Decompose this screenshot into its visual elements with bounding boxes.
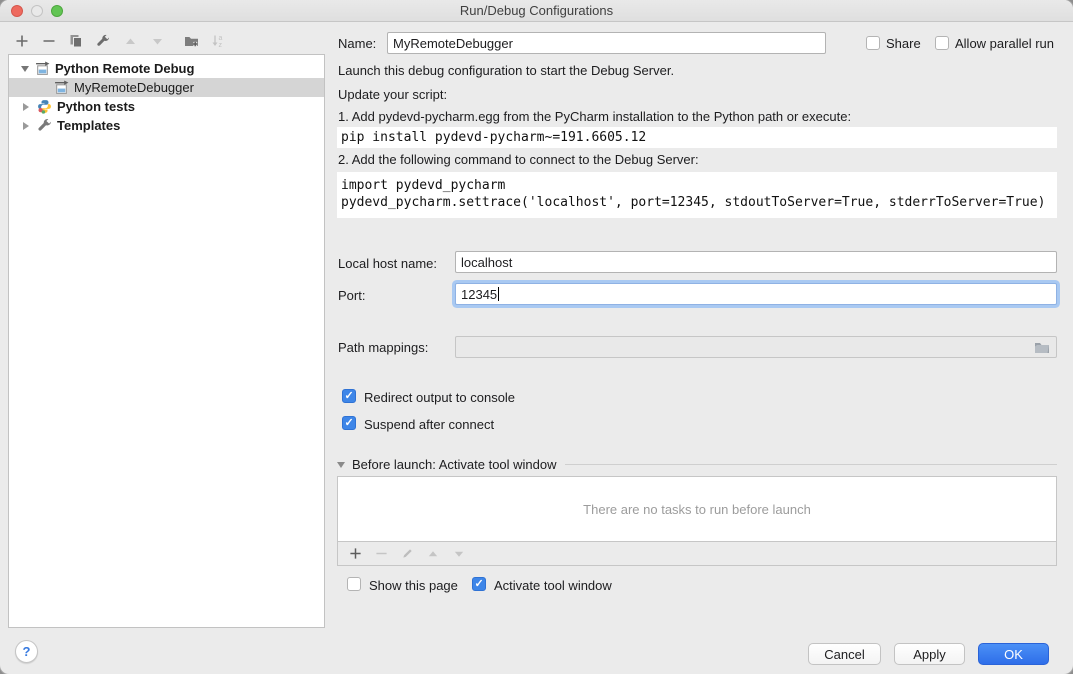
svg-text:z: z	[219, 42, 223, 48]
redirect-output-label: Redirect output to console	[364, 390, 515, 405]
collapsed-arrow-icon[interactable]	[23, 122, 29, 130]
edit-templates-wrench-icon[interactable]	[95, 33, 111, 49]
ok-button[interactable]: OK	[978, 643, 1049, 665]
tree-item-label: MyRemoteDebugger	[74, 78, 194, 97]
copy-configuration-icon[interactable]	[68, 33, 84, 49]
move-task-up-icon[interactable]	[425, 546, 441, 562]
before-launch-title: Before launch: Activate tool window	[352, 457, 557, 472]
collapse-section-arrow-icon[interactable]	[337, 462, 345, 468]
add-configuration-icon[interactable]	[14, 33, 30, 49]
share-checkbox[interactable]	[866, 36, 880, 50]
svg-text:a: a	[219, 35, 223, 42]
tree-item-myremotedebugger[interactable]: MyRemoteDebugger	[9, 78, 324, 97]
title-bar: Run/Debug Configurations	[0, 0, 1073, 22]
code-line-settrace: pydevd_pycharm.settrace('localhost', por…	[341, 194, 1057, 211]
add-task-icon[interactable]	[347, 546, 363, 562]
suspend-after-connect-checkbox[interactable]	[342, 416, 356, 430]
redirect-output-checkbox[interactable]	[342, 389, 356, 403]
window-title: Run/Debug Configurations	[0, 3, 1073, 18]
text-cursor	[498, 287, 499, 301]
sort-alphabetically-icon[interactable]: az	[210, 33, 226, 49]
move-task-down-icon[interactable]	[451, 546, 467, 562]
intro-text: Launch this debug configuration to start…	[338, 63, 674, 78]
share-label: Share	[886, 36, 921, 51]
before-launch-header: Before launch: Activate tool window	[337, 457, 1057, 472]
show-this-page-label: Show this page	[369, 578, 458, 593]
activate-tool-window-checkbox[interactable]	[472, 577, 486, 591]
update-script-text: Update your script:	[338, 87, 447, 102]
port-label: Port:	[338, 288, 365, 303]
run-debug-configurations-dialog: Run/Debug Configurations az	[0, 0, 1073, 674]
remote-debug-config-icon	[54, 80, 69, 95]
tree-item-label: Python tests	[57, 97, 135, 116]
settrace-code-block: import pydevd_pycharm pydevd_pycharm.set…	[337, 172, 1057, 218]
tree-item-python-tests[interactable]: Python tests	[9, 97, 324, 116]
code-line-import: import pydevd_pycharm	[341, 177, 1057, 194]
apply-button[interactable]: Apply	[894, 643, 965, 665]
edit-task-pencil-icon[interactable]	[399, 546, 415, 562]
configurations-tree: Python Remote Debug MyRemoteDebugger Pyt…	[8, 54, 325, 628]
before-launch-tasks-list[interactable]: There are no tasks to run before launch	[337, 476, 1057, 542]
section-divider	[565, 464, 1057, 465]
activate-tool-window-label: Activate tool window	[494, 578, 612, 593]
allow-parallel-run-label: Allow parallel run	[955, 36, 1054, 51]
tree-item-templates[interactable]: Templates	[9, 116, 324, 135]
tree-item-label: Python Remote Debug	[55, 59, 194, 78]
remove-task-icon[interactable]	[373, 546, 389, 562]
local-host-name-input[interactable]	[455, 251, 1057, 273]
configurations-toolbar: az	[14, 30, 226, 52]
tree-item-label: Templates	[57, 116, 120, 135]
remote-debug-config-icon	[35, 61, 50, 76]
show-this-page-checkbox[interactable]	[347, 577, 361, 591]
browse-folder-icon[interactable]	[1034, 340, 1050, 357]
port-value: 12345	[461, 287, 497, 302]
move-down-icon[interactable]	[149, 33, 165, 49]
suspend-after-connect-label: Suspend after connect	[364, 417, 494, 432]
move-up-icon[interactable]	[122, 33, 138, 49]
expanded-arrow-icon[interactable]	[21, 66, 29, 72]
tree-item-python-remote-debug[interactable]: Python Remote Debug	[9, 59, 324, 78]
new-folder-icon[interactable]	[183, 33, 199, 49]
step2-text: 2. Add the following command to connect …	[338, 152, 699, 167]
remove-configuration-icon[interactable]	[41, 33, 57, 49]
step1-text: 1. Add pydevd-pycharm.egg from the PyCha…	[338, 109, 851, 124]
path-mappings-field[interactable]	[455, 336, 1057, 358]
cancel-button[interactable]: Cancel	[808, 643, 881, 665]
local-host-name-label: Local host name:	[338, 256, 437, 271]
empty-tasks-text: There are no tasks to run before launch	[583, 502, 811, 517]
pip-command-code: pip install pydevd-pycharm~=191.6605.12	[337, 127, 1057, 148]
python-tests-icon	[37, 99, 52, 114]
tasks-toolbar	[337, 542, 1057, 566]
templates-wrench-icon	[37, 118, 52, 133]
collapsed-arrow-icon[interactable]	[23, 103, 29, 111]
allow-parallel-run-checkbox[interactable]	[935, 36, 949, 50]
name-input[interactable]	[387, 32, 826, 54]
help-button[interactable]: ?	[15, 640, 38, 663]
path-mappings-label: Path mappings:	[338, 340, 428, 355]
port-input[interactable]: 12345	[455, 283, 1057, 305]
name-label: Name:	[338, 36, 376, 51]
